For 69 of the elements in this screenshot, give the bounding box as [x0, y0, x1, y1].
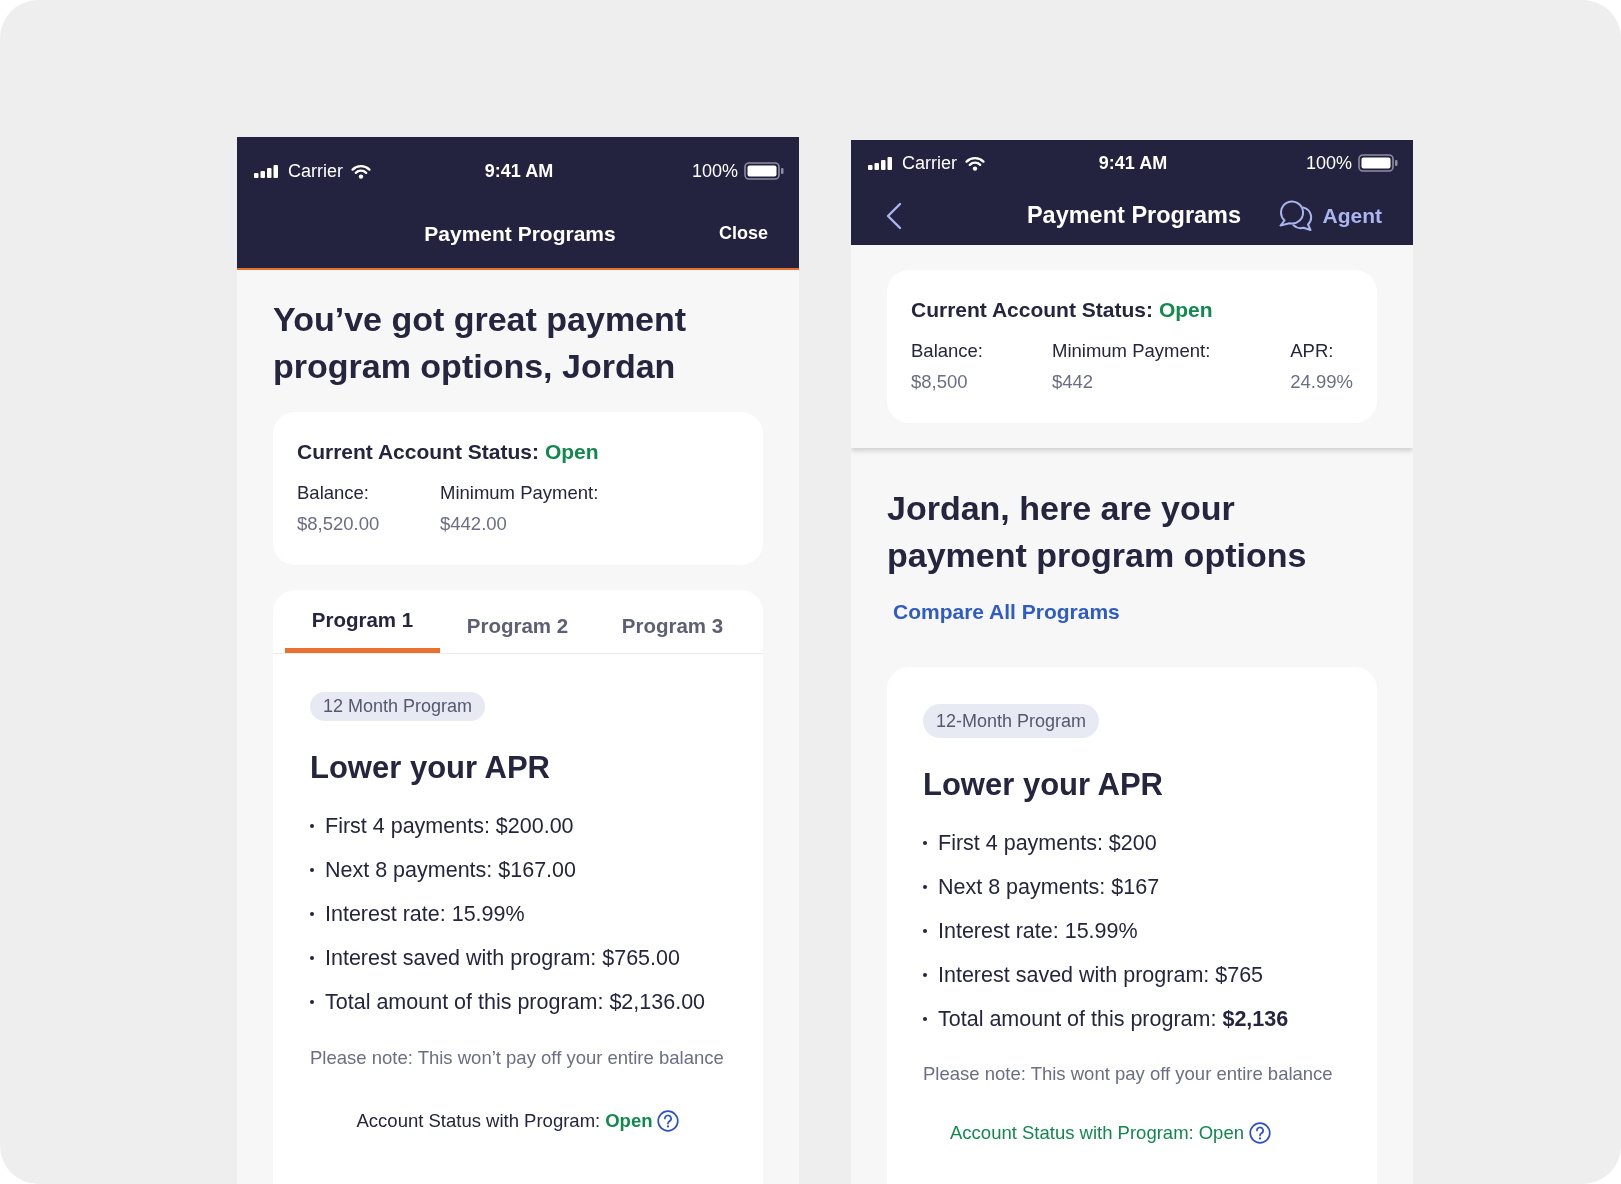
program-title: Lower your APR	[310, 749, 551, 787]
wifi-icon	[965, 155, 985, 171]
field-label: APR:	[1290, 339, 1335, 363]
header-action-button[interactable]: Agent	[1276, 199, 1382, 232]
program-detail: Next 8 payments: $167	[938, 874, 1160, 901]
status-time: 9:41 AM	[1098, 152, 1168, 174]
bullet-icon	[923, 929, 927, 933]
account-status-value: Open	[544, 439, 599, 465]
screen-title: Payment Programs	[424, 221, 616, 246]
compare-link[interactable]: Compare All Programs	[893, 600, 1120, 624]
program-detail: First 4 payments: $200.00	[325, 813, 574, 840]
account-status-label: Current Account Status:	[297, 439, 539, 465]
program-tab[interactable]: Program 2	[440, 590, 595, 653]
program-detail: Interest saved with program: $765.00	[325, 945, 680, 972]
bullet-icon	[310, 824, 314, 828]
help-icon[interactable]	[1248, 1122, 1271, 1144]
program-status-value: Open	[1198, 1121, 1244, 1145]
program-status-label: Account Status with Program:	[356, 1109, 601, 1133]
program-note: Please note: This won’t pay off your entire balance	[310, 1046, 725, 1070]
field-label: Balance:	[297, 481, 370, 505]
account-status-value: Open	[1158, 297, 1213, 323]
program-detail: Total amount of this program: $2,136.00	[325, 989, 706, 1016]
battery-percent: 100%	[691, 160, 738, 182]
header-action-button[interactable]: Close	[718, 223, 768, 244]
carrier-name: Carrier	[288, 160, 343, 182]
battery-icon	[1358, 154, 1398, 172]
program-tab[interactable]: Program 3	[595, 590, 750, 653]
bullet-icon	[310, 912, 314, 916]
program-tag: 12-Month Program	[923, 704, 1100, 738]
screen-title: Payment Programs	[1026, 202, 1242, 229]
bullet-icon	[310, 1000, 314, 1004]
program-detail: Interest saved with program: $765	[938, 962, 1264, 989]
battery-percent: 100%	[1305, 152, 1352, 174]
bullet-icon	[310, 956, 314, 960]
battery-icon	[744, 162, 784, 180]
program-tab[interactable]: Program 1	[285, 590, 440, 653]
account-status-label: Current Account Status:	[911, 297, 1153, 323]
program-status-value: Open	[605, 1109, 653, 1133]
page-heading: You’ve got great payment program options, Jordan	[273, 299, 688, 387]
bullet-icon	[923, 1017, 927, 1021]
field-value: $442.00	[440, 512, 508, 536]
field-value: $442	[1052, 370, 1095, 394]
field-value: $8,520.00	[297, 512, 381, 536]
page-heading: Jordan, here are your payment program options	[887, 488, 1308, 576]
field-value: $8,500	[911, 370, 969, 394]
field-label: Minimum Payment:	[1052, 339, 1212, 363]
program-detail: Interest rate: 15.99%	[938, 918, 1138, 945]
bullet-icon	[923, 841, 927, 845]
program-status-label: Account Status with Program:	[950, 1121, 1194, 1145]
program-title: Lower your APR	[923, 766, 1164, 804]
status-time: 9:41 AM	[484, 160, 554, 182]
carrier-name: Carrier	[902, 152, 957, 174]
bullet-icon	[923, 973, 927, 977]
help-icon[interactable]	[657, 1110, 680, 1132]
bullet-icon	[923, 885, 927, 889]
chevron-left-icon[interactable]	[886, 201, 902, 230]
field-value: 24.99%	[1290, 370, 1353, 394]
program-detail: Interest rate: 15.99%	[325, 901, 525, 928]
program-note: Please note: This wont pay off your entire balance	[923, 1062, 1334, 1086]
program-detail: Total amount of this program: $2,136	[938, 1006, 1289, 1033]
program-detail: Next 8 payments: $167.00	[325, 857, 576, 884]
signal-icon	[868, 156, 893, 170]
field-label: Balance:	[911, 339, 984, 363]
bullet-icon	[310, 868, 314, 872]
signal-icon	[254, 164, 279, 178]
program-detail: First 4 payments: $200	[938, 830, 1157, 857]
wifi-icon	[351, 163, 371, 179]
program-tag: 12 Month Program	[310, 692, 486, 721]
field-label: Minimum Payment:	[440, 481, 599, 505]
